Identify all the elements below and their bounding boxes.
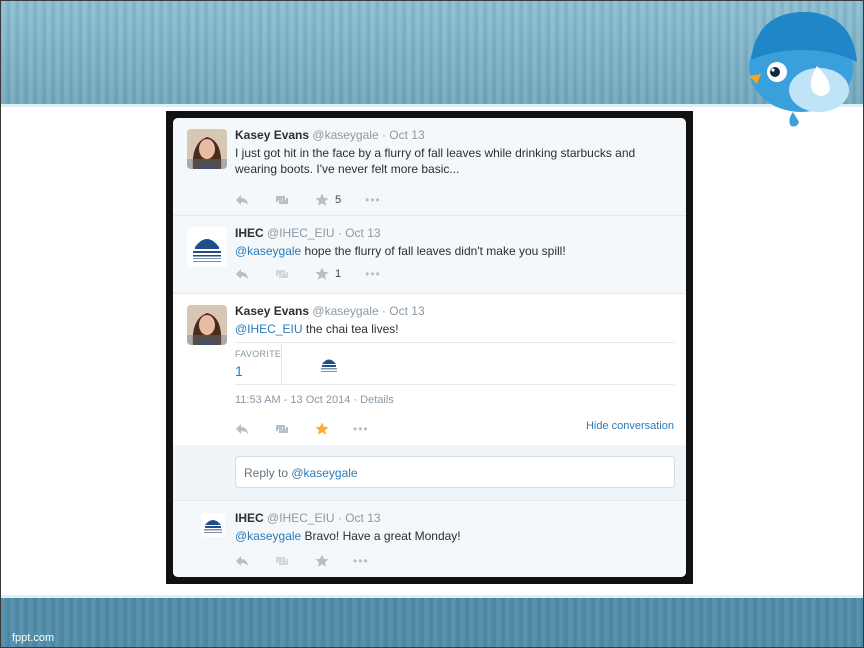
tweet-header: Kasey Evans @kaseygale · Oct 13 — [235, 128, 674, 142]
favorites-stats: FAVORITE 1 — [235, 342, 674, 385]
retweet-icon — [276, 270, 288, 278]
avatar-ihec[interactable] — [201, 513, 225, 537]
reply-input[interactable]: Reply to @kaseygale — [235, 456, 675, 488]
mention-link[interactable]: @IHEC_EIU — [235, 322, 303, 336]
reply-arrow-icon — [236, 556, 248, 566]
star-icon — [315, 554, 329, 567]
reply-composer: Reply to @kaseygale — [173, 445, 686, 501]
more-button[interactable]: ••• — [353, 554, 369, 568]
avatar-ihec[interactable] — [187, 227, 227, 267]
star-icon — [315, 422, 329, 435]
tweet-date[interactable]: · Oct 13 — [382, 304, 425, 318]
retweet-icon — [276, 425, 288, 433]
conversation-container: Kasey Evans @kaseygale · Oct 13 I just g… — [173, 118, 686, 577]
tweet-text: @kaseygale hope the flurry of fall leave… — [235, 243, 674, 259]
reply-arrow-icon — [236, 424, 248, 434]
tweet-header: Kasey Evans @kaseygale · Oct 13 — [235, 304, 674, 318]
tweet-actions: ••• — [235, 553, 393, 569]
more-button[interactable]: ••• — [365, 267, 381, 281]
favorites-label: FAVORITE — [235, 349, 282, 359]
retweet-button[interactable] — [273, 268, 291, 280]
favorite-count: 1 — [335, 268, 342, 280]
author-name[interactable]: IHEC — [235, 511, 264, 525]
tweet-date[interactable]: · Oct 13 — [338, 226, 381, 240]
retweet-button[interactable] — [273, 194, 291, 206]
tweet-header: IHEC @IHEC_EIU · Oct 13 — [235, 511, 674, 525]
tweet-ihec-1[interactable]: IHEC @IHEC_EIU · Oct 13 @kaseygale hope … — [173, 216, 686, 294]
tweet-actions: ••• — [235, 421, 393, 437]
ellipsis-icon: ••• — [365, 267, 381, 281]
favorite-count: 5 — [335, 194, 342, 206]
hide-conversation-link[interactable]: Hide conversation — [586, 420, 674, 432]
tweet-actions: 1 ••• — [235, 266, 405, 282]
avatar-kasey[interactable] — [187, 305, 227, 345]
author-handle[interactable]: @kaseygale — [312, 128, 378, 142]
footer-brand: fppt.com — [12, 632, 55, 644]
slide-header-band — [0, 0, 864, 107]
tweet-text: @IHEC_EIU the chai tea lives! — [235, 321, 674, 337]
mention-link[interactable]: @kaseygale — [235, 244, 301, 258]
author-name[interactable]: Kasey Evans — [235, 304, 309, 318]
tweet-date[interactable]: · Oct 13 — [338, 511, 381, 525]
author-handle[interactable]: @IHEC_EIU — [267, 511, 335, 525]
mention-link[interactable]: @kaseygale — [235, 529, 301, 543]
reply-mention: @kaseygale — [291, 466, 358, 480]
tweet-ihec-2[interactable]: IHEC @IHEC_EIU · Oct 13 @kaseygale Bravo… — [173, 501, 686, 577]
star-icon — [315, 193, 329, 206]
reply-button[interactable] — [235, 555, 249, 567]
more-button[interactable]: ••• — [353, 422, 369, 436]
more-button[interactable]: ••• — [365, 193, 381, 207]
reply-arrow-icon — [236, 195, 248, 205]
author-name[interactable]: Kasey Evans — [235, 128, 309, 142]
tweet-date[interactable]: · Oct 13 — [382, 128, 425, 142]
stats-divider — [281, 343, 282, 385]
favorite-button-active[interactable] — [315, 422, 329, 436]
tweet-text-body: the chai tea lives! — [302, 322, 399, 336]
favorite-button[interactable]: 5 — [315, 193, 341, 207]
tweet-timestamp-details[interactable]: 11:53 AM - 13 Oct 2014 · Details — [235, 394, 394, 406]
reply-button[interactable] — [235, 268, 249, 280]
retweet-icon — [276, 196, 288, 204]
tweet-text: @kaseygale Bravo! Have a great Monday! — [235, 528, 674, 544]
favorite-button[interactable]: 1 — [315, 267, 341, 281]
retweet-button[interactable] — [273, 423, 291, 435]
tweet-header: IHEC @IHEC_EIU · Oct 13 — [235, 226, 674, 240]
reply-button[interactable] — [235, 194, 249, 206]
ellipsis-icon: ••• — [353, 554, 369, 568]
tweet-kasey-1[interactable]: Kasey Evans @kaseygale · Oct 13 I just g… — [173, 118, 686, 216]
ellipsis-icon: ••• — [353, 422, 369, 436]
tweet-text-body: hope the flurry of fall leaves didn't ma… — [301, 244, 566, 258]
author-handle[interactable]: @kaseygale — [312, 304, 378, 318]
tweet-text-body: Bravo! Have a great Monday! — [301, 529, 461, 543]
retweet-icon — [276, 557, 288, 565]
star-icon — [315, 267, 329, 280]
favoriter-avatar[interactable] — [319, 354, 339, 374]
retweet-button[interactable] — [273, 555, 291, 567]
reply-button[interactable] — [235, 423, 249, 435]
tweet-text: I just got hit in the face by a flurry o… — [235, 146, 636, 176]
avatar-kasey[interactable] — [187, 129, 227, 169]
bird-mascot-icon — [749, 11, 857, 127]
reply-prefix: Reply to — [244, 466, 292, 480]
ellipsis-icon: ••• — [365, 193, 381, 207]
twitter-screenshot-panel: Kasey Evans @kaseygale · Oct 13 I just g… — [166, 111, 693, 584]
slide-footer-band — [0, 595, 864, 648]
author-handle[interactable]: @IHEC_EIU — [267, 226, 335, 240]
tweet-actions: 5 ••• — [235, 192, 405, 208]
reply-arrow-icon — [236, 269, 248, 279]
favorites-count-link[interactable]: 1 — [235, 363, 243, 379]
author-name[interactable]: IHEC — [235, 226, 264, 240]
favorite-button[interactable] — [315, 554, 329, 568]
